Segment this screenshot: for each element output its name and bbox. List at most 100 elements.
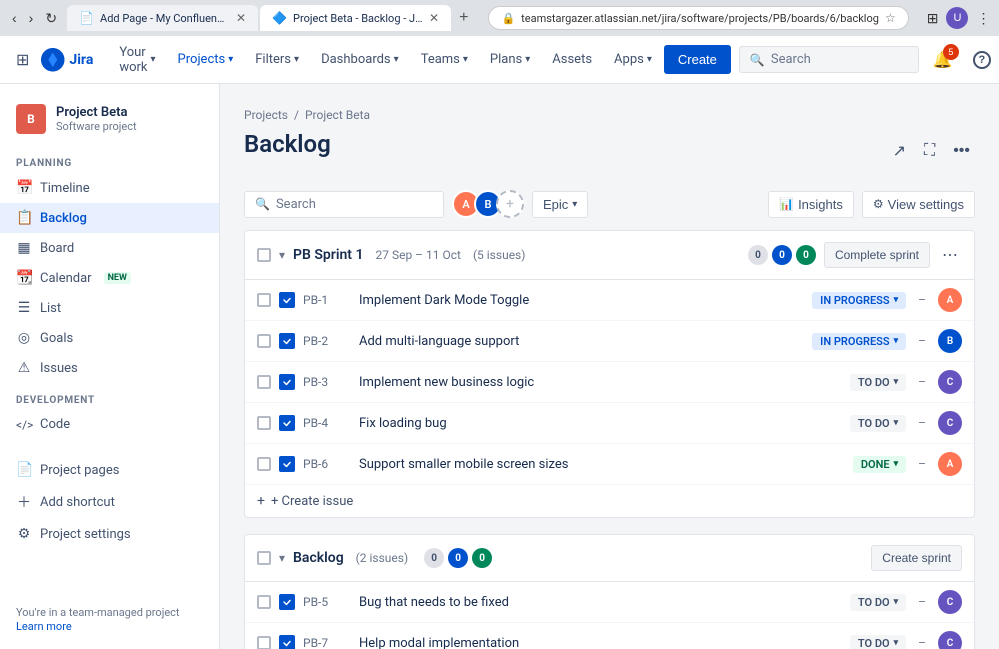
insights-button[interactable]: 📊 Insights [768,191,854,218]
project-header[interactable]: B Project Beta Software project [0,96,219,146]
new-tab-button[interactable]: + [453,5,474,31]
jira-tab-icon: 🔷 [272,11,287,25]
table-row[interactable]: PB-3 Implement new business logic TO DO … [245,362,974,403]
extensions-button[interactable]: ⊞ [923,6,943,31]
backlog-expand-icon[interactable]: ▾ [279,551,285,565]
issue-checkbox-pb3[interactable] [257,375,271,389]
browser-more-button[interactable]: ⋮ [972,6,994,31]
sidebar-bottom-section: 📄 Project pages ＋ Add shortcut ⚙ Project… [0,455,219,549]
issue-checkbox-pb5[interactable] [257,595,271,609]
sidebar-item-list[interactable]: ☰ List [0,293,219,323]
issue-status-pb6[interactable]: DONE ▾ [853,456,906,473]
notifications-button[interactable]: 🔔 5 [927,44,959,76]
code-icon: </> [16,418,32,432]
issue-dash-pb7: – [918,636,926,649]
more-actions-button[interactable]: ••• [948,137,975,165]
footer-notice: You're in a team-managed project Learn m… [0,594,219,637]
table-row[interactable]: PB-1 Implement Dark Mode Toggle IN PROGR… [245,280,974,321]
issue-status-pb2[interactable]: IN PROGRESS ▾ [812,333,906,350]
sidebar-item-calendar[interactable]: 📆 Calendar NEW [0,263,219,293]
address-bar[interactable]: 🔒 teamstargazer.atlassian.net/jira/softw… [488,6,908,30]
table-row[interactable]: PB-5 Bug that needs to be fixed TO DO ▾ … [245,582,974,623]
create-button[interactable]: Create [664,45,731,74]
issue-checkbox-pb4[interactable] [257,416,271,430]
issue-status-pb3[interactable]: TO DO ▾ [850,374,906,391]
issue-id-pb6: PB-6 [303,457,351,471]
browser-action-buttons: ⊞ U ⋮ [923,6,995,31]
issue-status-pb7[interactable]: TO DO ▾ [850,635,906,649]
table-row[interactable]: PB-7 Help modal implementation TO DO ▾ –… [245,623,974,649]
jira-tab-close[interactable]: ✕ [429,11,439,25]
sidebar-item-backlog[interactable]: 📋 Backlog [0,203,219,233]
sprint-more-button[interactable]: ⋯ [938,241,962,269]
nav-filters[interactable]: Filters ▾ [245,46,309,73]
issue-checkbox-pb1[interactable] [257,293,271,307]
grid-icon[interactable]: ⊞ [12,46,33,73]
complete-sprint-button[interactable]: Complete sprint [824,242,930,268]
issue-status-pb5[interactable]: TO DO ▾ [850,594,906,611]
profile-button[interactable]: U [946,7,968,29]
add-assignee-button[interactable]: + [496,190,524,218]
filter-search[interactable]: 🔍 Search [244,191,444,218]
table-row[interactable]: PB-2 Add multi-language support IN PROGR… [245,321,974,362]
nav-your-work[interactable]: Your work ▾ [109,39,165,81]
issue-status-pb1[interactable]: IN PROGRESS ▾ [812,292,906,309]
learn-more-link[interactable]: Learn more [16,620,72,633]
forward-button[interactable]: › [25,6,38,31]
nav-assets[interactable]: Assets [542,46,602,73]
help-icon: ? [973,51,991,69]
issue-id-pb4: PB-4 [303,416,351,430]
issue-checkbox-pb6[interactable] [257,457,271,471]
project-icon: B [16,104,46,134]
issue-avatar-pb7: C [938,631,962,649]
confluence-browser-tab[interactable]: 📄 Add Page - My Confluence P... ✕ [67,5,258,31]
confluence-tab-close[interactable]: ✕ [236,11,246,25]
fullscreen-button[interactable]: ⛶ [919,137,940,165]
sprint-checkbox[interactable] [257,248,271,262]
issue-dash-pb2: – [918,334,926,348]
calendar-new-badge: NEW [104,272,131,284]
nav-apps[interactable]: Apps ▾ [604,46,662,73]
sprint-create-issue-row[interactable]: + + Create issue [245,485,974,517]
nav-dashboards[interactable]: Dashboards ▾ [311,46,409,73]
epic-filter-button[interactable]: Epic ▾ [532,191,588,218]
nav-plans[interactable]: Plans ▾ [480,46,540,73]
help-button[interactable]: ? [967,45,997,75]
issue-title-pb4: Fix loading bug [359,416,842,431]
share-button[interactable]: ↗ [888,136,911,166]
issue-avatar-pb4: C [938,411,962,435]
backlog-icon: 📋 [16,210,32,226]
sidebar-item-goals[interactable]: ◎ Goals [0,323,219,353]
issue-checkbox-pb2[interactable] [257,334,271,348]
create-sprint-button[interactable]: Create sprint [871,545,962,571]
sidebar-item-issues[interactable]: ⚠ Issues [0,353,219,383]
sidebar-item-project-settings[interactable]: ⚙ Project settings [0,519,219,549]
issue-title-pb3: Implement new business logic [359,375,842,390]
nav-search[interactable]: 🔍 Search [739,46,919,73]
table-row[interactable]: PB-6 Support smaller mobile screen sizes… [245,444,974,485]
breadcrumb-project[interactable]: Project Beta [305,108,370,122]
breadcrumb-projects[interactable]: Projects [244,108,288,122]
sidebar-item-board[interactable]: ▦ Board [0,233,219,263]
sidebar-item-code[interactable]: </> Code [0,410,219,439]
star-icon[interactable]: ☆ [885,11,896,25]
sidebar-item-project-pages[interactable]: 📄 Project pages [0,455,219,485]
reload-button[interactable]: ↻ [41,6,61,31]
nav-teams[interactable]: Teams ▾ [411,46,478,73]
sidebar-item-add-shortcut[interactable]: ＋ Add shortcut [0,485,219,519]
backlog-badges: 0 0 0 [424,548,492,568]
back-button[interactable]: ‹ [8,6,21,31]
sidebar-item-timeline[interactable]: 📅 Timeline [0,173,219,203]
nav-projects[interactable]: Projects ▾ [168,46,244,73]
issue-type-icon-pb5 [279,594,295,610]
backlog-checkbox[interactable] [257,551,271,565]
issue-status-pb4[interactable]: TO DO ▾ [850,415,906,432]
filters-chevron: ▾ [294,54,299,65]
sprint-expand-icon[interactable]: ▾ [279,248,285,262]
jira-browser-tab[interactable]: 🔷 Project Beta - Backlog - Jira ✕ [260,5,451,31]
jira-logo[interactable]: Jira [41,48,93,72]
issue-checkbox-pb7[interactable] [257,636,271,649]
view-settings-button[interactable]: ⚙ View settings [862,191,975,218]
table-row[interactable]: PB-4 Fix loading bug TO DO ▾ – C [245,403,974,444]
calendar-icon: 📆 [16,270,32,286]
